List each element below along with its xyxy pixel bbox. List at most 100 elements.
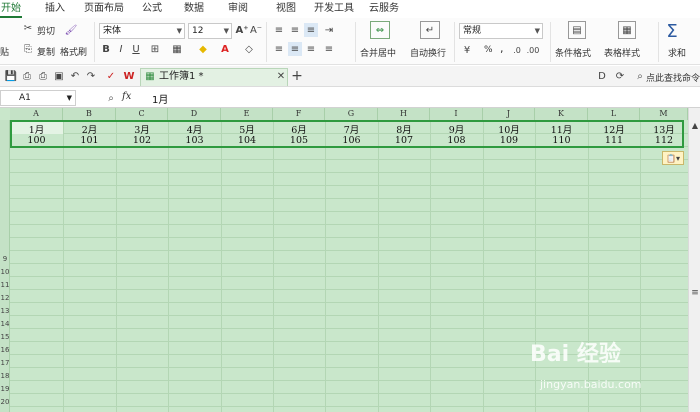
tab-view[interactable]: 视图 [272, 0, 300, 18]
function-button[interactable]: fx [122, 91, 131, 102]
cell[interactable]: 104 [221, 135, 273, 146]
tab-formulas[interactable]: 公式 [138, 0, 166, 18]
increase-decimal-icon[interactable]: .0 [510, 43, 524, 57]
column-header[interactable]: L [588, 108, 640, 120]
align-bottom-icon[interactable]: ≡ [304, 23, 318, 37]
command-search-input[interactable]: 点此查找命令 [646, 71, 700, 84]
cell[interactable]: 4月 [168, 122, 221, 136]
cell[interactable]: 11月 [535, 122, 588, 136]
align-center-icon[interactable]: ≡ [288, 42, 302, 56]
row-header[interactable]: 10 [0, 268, 10, 276]
italic-icon[interactable]: I [115, 42, 127, 56]
paste-button[interactable]: 贴 [0, 45, 9, 58]
increase-font-icon[interactable]: A⁺ [235, 23, 248, 37]
scroll-up-icon[interactable]: ▲ [690, 120, 700, 130]
pin-icon[interactable]: ✓ [104, 69, 118, 83]
thousands-button[interactable]: , [500, 42, 504, 55]
column-header[interactable]: H [378, 108, 430, 120]
split-handle-icon[interactable]: ≡ [690, 288, 700, 298]
align-left-icon[interactable]: ≡ [272, 42, 286, 56]
fill-style-icon[interactable]: ▦ [170, 42, 184, 56]
cell[interactable]: 1月 [10, 122, 63, 136]
print-icon[interactable]: ⎙ [36, 69, 50, 83]
justify-icon[interactable]: ≡ [322, 42, 336, 56]
sum-button[interactable]: 求和 [668, 46, 686, 59]
tab-cloud[interactable]: 云服务 [368, 0, 400, 18]
column-header[interactable]: E [221, 108, 273, 120]
row-header[interactable]: 18 [0, 372, 10, 380]
preview-icon[interactable]: ▣ [52, 69, 66, 83]
clear-format-icon[interactable]: ◇ [242, 42, 256, 56]
cell[interactable]: 12月 [588, 122, 640, 136]
cell[interactable]: 5月 [221, 122, 273, 136]
redo-icon[interactable]: ↷ [84, 69, 98, 83]
tab-home[interactable]: 开始 [0, 0, 22, 18]
row-header[interactable]: 13 [0, 307, 10, 315]
cell[interactable]: 106 [325, 135, 378, 146]
format-painter-button[interactable]: 格式刷 [60, 45, 87, 58]
cell[interactable]: 111 [588, 135, 640, 146]
row-header[interactable]: 17 [0, 359, 10, 367]
column-header[interactable]: F [273, 108, 325, 120]
column-header[interactable]: I [430, 108, 483, 120]
cell[interactable]: 108 [430, 135, 483, 146]
save-icon[interactable]: 💾 [4, 69, 18, 83]
close-icon[interactable]: ✕ [275, 71, 287, 83]
cell[interactable]: 3月 [116, 122, 168, 136]
cell[interactable]: 10月 [483, 122, 535, 136]
tab-data[interactable]: 数据 [180, 0, 208, 18]
row-header[interactable]: 11 [0, 281, 10, 289]
column-header[interactable]: D [168, 108, 221, 120]
cell[interactable]: 107 [378, 135, 430, 146]
cell[interactable]: 101 [63, 135, 116, 146]
cell[interactable]: 2月 [63, 122, 116, 136]
decrease-font-icon[interactable]: A⁻ [250, 23, 262, 37]
wrap-text-button[interactable]: 自动换行 [410, 46, 446, 59]
font-color-icon[interactable]: A [218, 42, 232, 56]
row-header[interactable]: 15 [0, 333, 10, 341]
tab-page-layout[interactable]: 页面布局 [84, 0, 124, 18]
bold-icon[interactable]: B [100, 42, 112, 56]
cell[interactable]: 105 [273, 135, 325, 146]
column-header[interactable]: A [10, 108, 63, 120]
cell[interactable]: 6月 [273, 122, 325, 136]
align-middle-icon[interactable]: ≡ [288, 23, 302, 37]
column-header[interactable]: J [483, 108, 535, 120]
row-header[interactable]: 20 [0, 398, 10, 406]
cell[interactable]: 112 [640, 135, 688, 146]
tab-review[interactable]: 审阅 [224, 0, 252, 18]
merge-center-button[interactable]: 合并居中 [360, 46, 396, 59]
cell[interactable]: 109 [483, 135, 535, 146]
column-header[interactable]: K [535, 108, 588, 120]
font-name-select[interactable]: 宋体 ▼ [99, 23, 185, 39]
cell[interactable]: 100 [10, 135, 63, 146]
tab-developer[interactable]: 开发工具 [314, 0, 354, 18]
align-right-icon[interactable]: ≡ [304, 42, 318, 56]
vertical-scrollbar[interactable]: ▲ ≡ [688, 108, 700, 412]
percent-button[interactable]: % [484, 45, 493, 55]
document-icon[interactable]: D [596, 69, 608, 83]
align-top-icon[interactable]: ≡ [272, 23, 286, 37]
export-icon[interactable]: ⎙ [20, 69, 34, 83]
plus-icon[interactable]: + [290, 68, 304, 84]
row-header[interactable]: 16 [0, 346, 10, 354]
zoom-search-icon[interactable]: ⌕ [104, 91, 118, 105]
underline-icon[interactable]: U [130, 42, 142, 56]
cell[interactable]: 13月 [640, 122, 688, 136]
cell[interactable]: 8月 [378, 122, 430, 136]
font-size-select[interactable]: 12 ▼ [188, 23, 232, 39]
row-header[interactable]: 12 [0, 294, 10, 302]
currency-icon[interactable]: ¥ [460, 43, 474, 57]
row-header[interactable]: 14 [0, 320, 10, 328]
number-format-select[interactable]: 常规 ▼ [459, 23, 543, 39]
document-tab[interactable]: ▦ 工作簿1 * ✕ [140, 68, 288, 86]
name-box[interactable]: A1 ▼ [0, 90, 76, 106]
sync-icon[interactable]: ⟳ [614, 69, 626, 83]
cell[interactable]: 110 [535, 135, 588, 146]
conditional-format-button[interactable]: 条件格式 [555, 46, 591, 59]
table-style-button[interactable]: 表格样式 [604, 46, 640, 59]
cell[interactable]: 9月 [430, 122, 483, 136]
column-header[interactable]: G [325, 108, 378, 120]
copy-button[interactable]: 复制 [37, 45, 55, 58]
fill-color-icon[interactable]: ◆ [196, 42, 210, 56]
